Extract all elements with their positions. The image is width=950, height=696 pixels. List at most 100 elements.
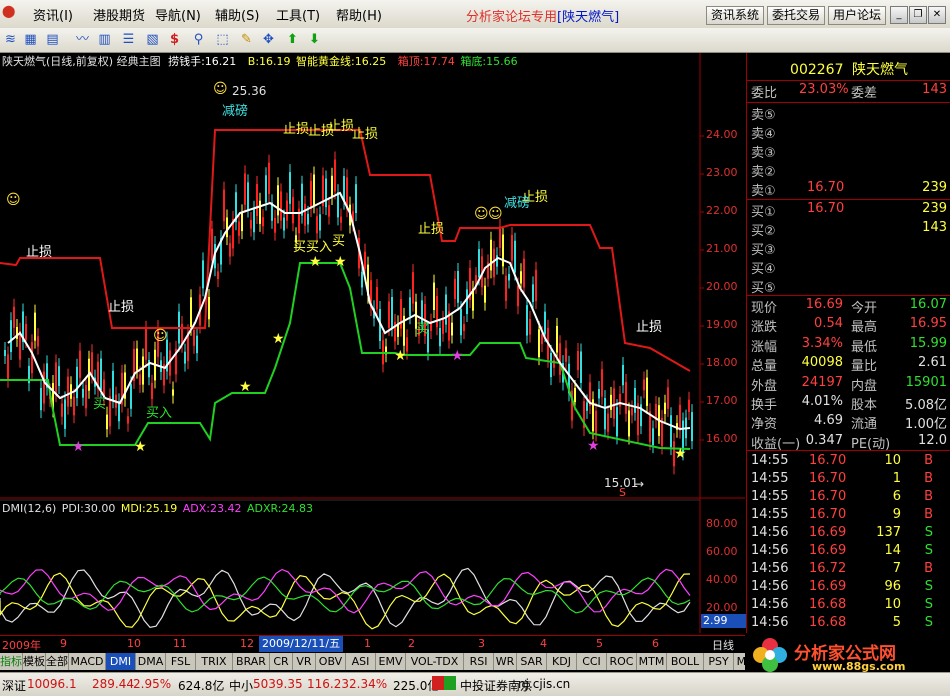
candle-body — [307, 213, 309, 225]
move-icon[interactable]: ✥ — [260, 31, 277, 48]
trade-row[interactable]: 14:56 16.69 14 S — [751, 543, 947, 562]
candle-body — [340, 216, 342, 223]
trade-row[interactable]: 14:55 16.70 6 B — [751, 489, 947, 508]
indicator-tab[interactable]: PSY — [704, 653, 734, 670]
buy-order-row[interactable]: 买① 16.70 239 — [751, 201, 947, 220]
indicator-tab[interactable]: SAR — [517, 653, 547, 670]
trade-direction: B — [924, 507, 933, 522]
candle-body — [511, 235, 513, 261]
candle-body — [409, 297, 411, 317]
draw-icon[interactable]: ⬚ — [214, 31, 231, 48]
signal-star-icon: ★ — [72, 439, 85, 455]
trade-row[interactable]: 14:56 16.68 10 S — [751, 597, 947, 616]
trade-row[interactable]: 14:55 16.70 1 B — [751, 471, 947, 490]
indicator-tab[interactable]: OBV — [316, 653, 346, 670]
trade-time: 14:56 — [751, 579, 789, 594]
chart-mode-icon[interactable]: ≋ — [2, 31, 19, 48]
sell-order-row[interactable]: 卖① 16.70 239 — [751, 180, 947, 199]
buy-order-row[interactable]: 买⑤ — [751, 277, 947, 296]
month-label: 11 — [173, 637, 187, 650]
candle-body — [505, 275, 507, 301]
stat-label: 今开 — [851, 301, 878, 316]
order-label: 卖② — [751, 165, 776, 180]
indicator-tab[interactable]: VOL-TDX — [406, 653, 464, 670]
list-icon[interactable]: ☰ — [120, 31, 137, 48]
line-chart-icon[interactable]: 〰 — [74, 31, 91, 48]
trade-button[interactable]: 委托交易 — [767, 6, 826, 25]
info-system-button[interactable]: 资讯系统 — [706, 6, 765, 25]
f10-icon[interactable]: ▤ — [44, 31, 61, 48]
buy-order-row[interactable]: 买③ — [751, 239, 947, 258]
close-icon[interactable]: ✕ — [928, 6, 946, 24]
minimize-icon[interactable]: _ — [890, 6, 908, 24]
sell-order-row[interactable]: 卖⑤ — [751, 104, 947, 123]
buy-order-row[interactable]: 买② 143 — [751, 220, 947, 239]
indicator-tab[interactable]: MTM — [637, 653, 667, 670]
arrow-up-icon[interactable]: ⬆ — [284, 31, 301, 48]
indicator-tab[interactable]: CCI — [577, 653, 607, 670]
indicator-tab[interactable]: VR — [293, 653, 316, 670]
sell-order-row[interactable]: 卖② — [751, 161, 947, 180]
trade-row[interactable]: 14:56 16.68 5 S — [751, 615, 947, 634]
sell-order-row[interactable]: 卖④ — [751, 123, 947, 142]
trade-row[interactable]: 14:55 16.70 9 B — [751, 507, 947, 526]
buy-order-row[interactable]: 买④ — [751, 258, 947, 277]
indicator-tab[interactable]: BRAR — [233, 653, 270, 670]
rsi-icon[interactable]: ▥ — [96, 31, 113, 48]
trade-row[interactable]: 14:56 16.69 96 S — [751, 579, 947, 598]
forum-button[interactable]: 用户论坛 — [828, 6, 887, 25]
arrow-down-icon[interactable]: ⬇ — [306, 31, 323, 48]
menu-item-help[interactable]: 帮助(H) — [336, 5, 382, 24]
candle-body — [502, 234, 504, 267]
indicator-tab[interactable]: WR — [494, 653, 517, 670]
candle-body — [325, 178, 327, 208]
candle-body — [292, 197, 294, 224]
indicator-tab[interactable]: EMV — [376, 653, 406, 670]
trade-volume: 137 — [876, 525, 901, 540]
stat-label: 内盘 — [851, 378, 878, 394]
indicator-tab[interactable]: 模板 — [23, 653, 46, 670]
trade-row[interactable]: 14:56 16.72 7 B — [751, 561, 947, 580]
pencil-icon[interactable]: ✎ — [238, 31, 255, 48]
menu-item-tools[interactable]: 工具(T) — [276, 5, 320, 24]
indicator-tab[interactable]: ASI — [346, 653, 376, 670]
indicator-tab[interactable]: TRIX — [196, 653, 233, 670]
dmi-tick: 40.00 — [706, 573, 738, 586]
report-icon[interactable]: ▧ — [144, 31, 161, 48]
smiley-icon: ☺ — [213, 81, 228, 97]
period-label[interactable]: 日线 — [712, 637, 734, 653]
stat-label: 股本 — [851, 398, 878, 413]
indicator-tab[interactable]: BOLL — [667, 653, 704, 670]
indicator-tab[interactable]: DMI — [106, 653, 136, 670]
money-icon[interactable]: $ — [166, 31, 183, 48]
stat-label: 涨幅 — [751, 339, 778, 355]
indicator-tab[interactable]: ROC — [607, 653, 637, 670]
trade-volume: 96 — [884, 579, 901, 594]
restore-icon[interactable]: ❐ — [909, 6, 927, 24]
indicator-tab[interactable]: CR — [270, 653, 293, 670]
indicator-tab[interactable]: FSL — [166, 653, 196, 670]
order-label: 卖⑤ — [751, 108, 776, 123]
indicator-tab[interactable]: 指标 — [0, 653, 23, 670]
trade-row[interactable]: 14:56 16.69 137 S — [751, 525, 947, 544]
indicator-tab[interactable]: DMA — [136, 653, 166, 670]
indicator-tab[interactable]: KDJ — [547, 653, 577, 670]
menu-item-assist[interactable]: 辅助(S) — [215, 5, 259, 24]
candle-body — [34, 312, 36, 341]
menu-item-nav[interactable]: 导航(N) — [155, 5, 201, 24]
trade-row[interactable]: 14:55 16.70 10 B — [751, 453, 947, 472]
indicator-tab[interactable]: MACD — [69, 653, 106, 670]
order-label: 卖③ — [751, 146, 776, 161]
menu-item-hk-futures[interactable]: 港股期货 — [93, 5, 145, 24]
link-icon[interactable]: ⚲ — [190, 31, 207, 48]
stat-value: 40098 — [801, 355, 843, 371]
grid-icon[interactable]: ▦ — [22, 31, 39, 48]
quote-panel: 002267 陕天燃气 委比 23.03% 委差 143 卖⑤ 卖④ 卖③ 卖② 卖① 1… — [746, 53, 950, 633]
sell-order-row[interactable]: 卖③ — [751, 142, 947, 161]
indicator-tab[interactable]: 全部 — [46, 653, 69, 670]
candle-body — [268, 162, 270, 194]
indicator-tabs: 指标 模板 全部 MACD DMI DMA FSL TRIX BRAR CR VR OBV ASI EMV… — [0, 653, 771, 670]
candle-body — [508, 274, 510, 281]
indicator-tab[interactable]: RSI — [464, 653, 494, 670]
menu-item-info[interactable]: 资讯(I) — [33, 5, 73, 24]
